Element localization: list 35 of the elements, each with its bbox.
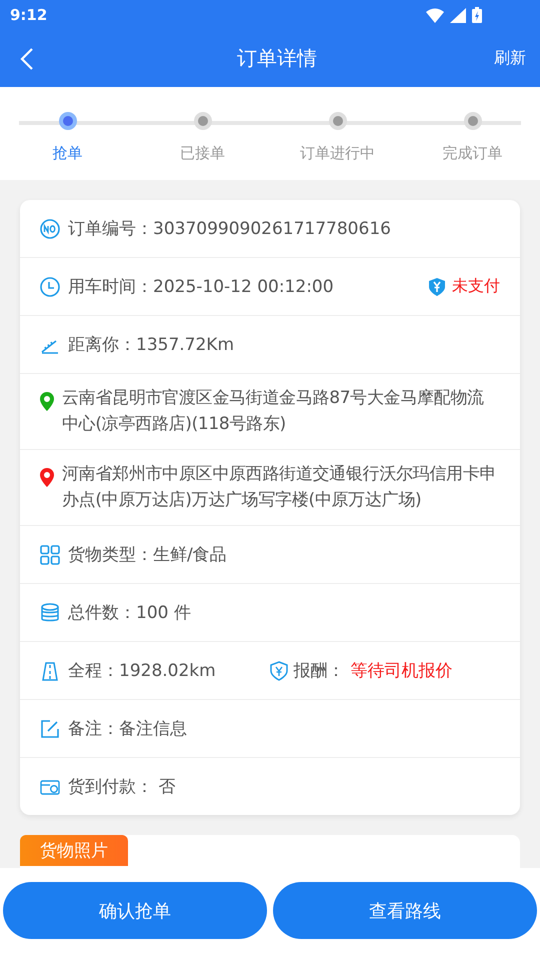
- step-label: 已接单: [180, 144, 225, 163]
- route-button[interactable]: 查看路线: [273, 882, 537, 939]
- clock-icon: [40, 276, 60, 296]
- fare-label: 报酬：: [294, 660, 345, 682]
- fare-value: 等待司机报价: [350, 660, 453, 682]
- field-text: 全程：1928.02km: [68, 660, 216, 682]
- shield-yen-icon: [270, 660, 288, 680]
- field-text: 总件数：100 件: [68, 602, 191, 624]
- field-text: 货物类型：生鲜/食品: [68, 544, 227, 566]
- back-icon[interactable]: [20, 46, 34, 70]
- address-text: 云南省昆明市官渡区金马街道金马路87号大金马摩配物流中心(凉亭西路店)(118号路东): [62, 387, 485, 436]
- shield-yen-icon: [428, 276, 446, 296]
- page-title: 订单详情: [237, 45, 317, 72]
- field-text: 货到付款： 否: [68, 776, 176, 798]
- field-text: 用车时间：2025-10-12 00:12:00: [68, 276, 334, 298]
- confirm-button[interactable]: 确认抢单: [3, 882, 267, 939]
- number-icon: [40, 218, 60, 238]
- step-label: 抢单: [52, 144, 82, 163]
- stack-icon: [40, 602, 60, 622]
- refresh-button[interactable]: 刷新: [494, 48, 526, 69]
- field-text: 订单编号：3037099090261717780616: [68, 218, 391, 240]
- field-text: 备注：备注信息: [68, 718, 187, 740]
- grid-icon: [40, 544, 60, 564]
- battery-icon: [472, 7, 482, 23]
- payment-status: 未支付: [452, 276, 500, 297]
- wifi-icon: [426, 8, 444, 22]
- road-icon: [40, 660, 60, 680]
- step-label: 订单进行中: [300, 144, 375, 163]
- step-label: 完成订单: [442, 144, 502, 163]
- photos-title: 货物照片: [20, 835, 128, 866]
- address-text: 河南省郑州市中原区中原西路街道交通银行沃尔玛信用卡申办点(中原万达店)万达广场写字楼(中原万达广场): [62, 463, 498, 512]
- signal-icon: [450, 8, 466, 22]
- edit-icon: [40, 718, 60, 738]
- field-text: 距离你：1357.72Km: [68, 334, 234, 356]
- status-time: 9:12: [10, 6, 48, 24]
